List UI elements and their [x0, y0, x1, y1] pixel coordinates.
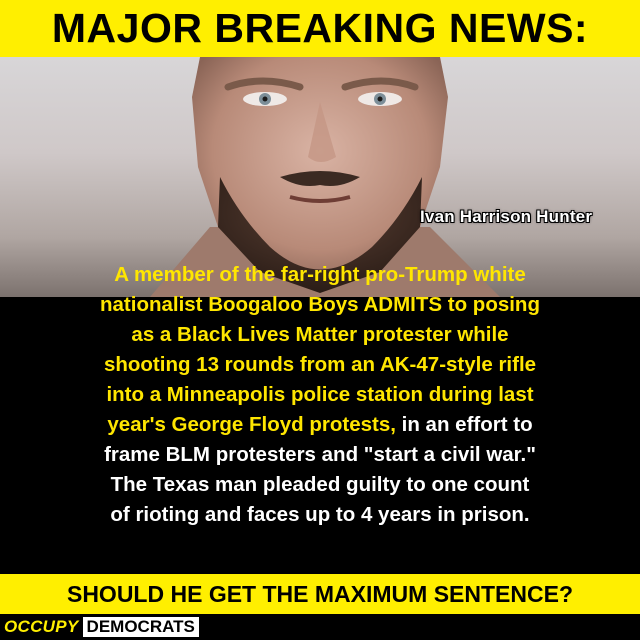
- story-line: shooting 13 rounds from an AK-47-style r…: [10, 350, 630, 380]
- brand-footer: OCCUPY DEMOCRATS: [0, 614, 640, 640]
- story-highlight-segment: year's George Floyd protests,: [107, 413, 396, 436]
- headline-text: MAJOR BREAKING NEWS:: [51, 5, 589, 51]
- story-highlight-segment: shooting 13 rounds from an AK-47-style r…: [103, 353, 537, 376]
- story-line: of rioting and faces up to 4 years in pr…: [10, 500, 630, 530]
- story-highlight-segment: A member of the far-right pro-Trump whit…: [114, 263, 526, 286]
- story-highlight-segment: into a Minneapolis police station during…: [106, 383, 534, 406]
- story-segment: frame BLM protesters and "start a civil …: [104, 443, 536, 466]
- question-text: SHOULD HE GET THE MAXIMUM SENTENCE?: [66, 580, 573, 607]
- story-highlight-segment: as a Black Lives Matter protester while: [131, 323, 509, 346]
- story-line: as a Black Lives Matter protester while: [10, 320, 630, 350]
- photo-caption: Ivan Harrison Hunter: [420, 207, 593, 226]
- story-segment: The Texas man pleaded guilty to one coun…: [110, 473, 530, 496]
- story-text: A member of the far-right pro-Trump whit…: [10, 260, 630, 530]
- story-segment: in an effort to: [395, 413, 533, 436]
- story-line: year's George Floyd protests, in an effo…: [10, 410, 630, 440]
- headline-banner: MAJOR BREAKING NEWS:: [0, 0, 640, 57]
- question-banner: SHOULD HE GET THE MAXIMUM SENTENCE?: [0, 574, 640, 614]
- brand-democrats-text: DEMOCRATS: [82, 617, 199, 637]
- story-line: frame BLM protesters and "start a civil …: [10, 440, 630, 470]
- story-line: nationalist Boogaloo Boys ADMITS to posi…: [10, 290, 630, 320]
- story-line: A member of the far-right pro-Trump whit…: [10, 260, 630, 290]
- story-line: The Texas man pleaded guilty to one coun…: [10, 470, 630, 500]
- brand-occupy-text: OCCUPY: [4, 617, 79, 636]
- story-line: into a Minneapolis police station during…: [10, 380, 630, 410]
- story-segment: of rioting and faces up to 4 years in pr…: [110, 503, 530, 526]
- story-highlight-segment: nationalist Boogaloo Boys ADMITS to posi…: [100, 293, 540, 316]
